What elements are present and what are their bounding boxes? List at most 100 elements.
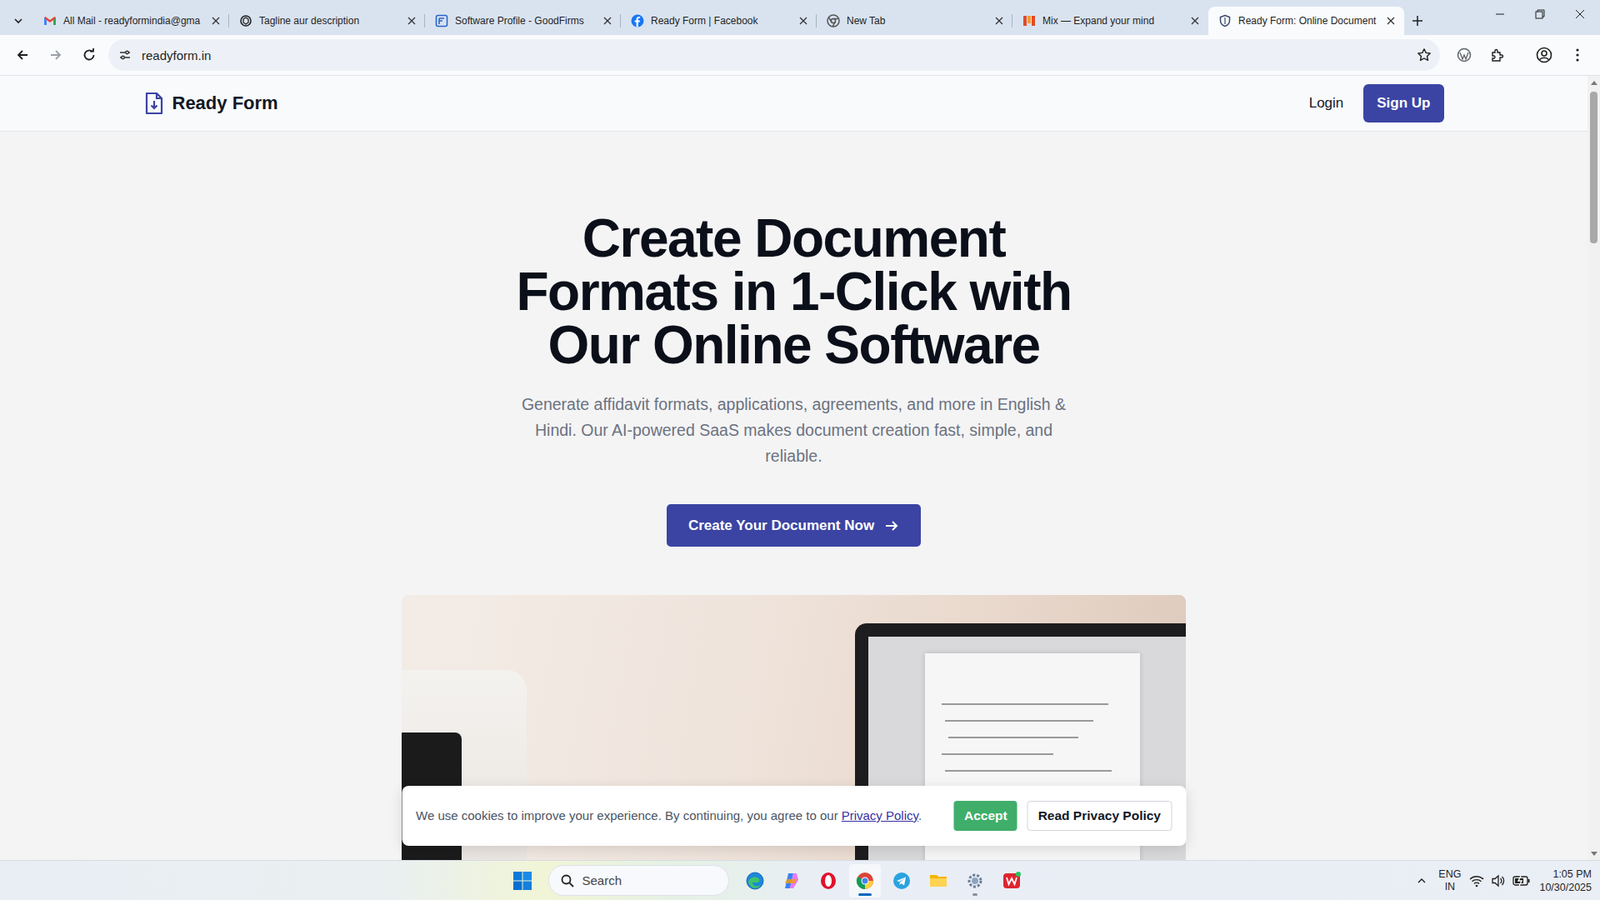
web-page: Ready Form Login Sign Up Create DocumentFor…	[0, 75, 1588, 860]
privacy-policy-link[interactable]: Privacy Policy	[841, 808, 919, 823]
taskbar-app[interactable]	[849, 864, 881, 898]
profile-button[interactable]	[1530, 40, 1559, 70]
taskbar: Search ENGIN 1:05 PM10/30/2025	[0, 860, 1600, 900]
reload-button[interactable]	[75, 40, 104, 70]
settings-icon	[965, 870, 985, 891]
clock[interactable]: 1:05 PM10/30/2025	[1539, 867, 1592, 895]
taskbar-search[interactable]: Search	[548, 865, 730, 896]
browser-tab[interactable]: Tagline aur description	[229, 6, 425, 35]
hero-subtitle-line: reliable.	[521, 443, 1066, 470]
profile-icon	[1535, 46, 1553, 64]
taskbar-apps: Search	[506, 864, 1028, 898]
cookie-text: We use cookies to improve your experienc…	[415, 808, 839, 823]
start-button[interactable]	[506, 864, 539, 898]
facebook-icon	[630, 14, 645, 28]
scrollbar-thumb[interactable]	[1590, 91, 1598, 244]
system-tray: ENGIN 1:05 PM10/30/2025	[1413, 860, 1592, 900]
bookmark-button[interactable]	[1416, 47, 1432, 63]
puzzle-icon	[1490, 47, 1505, 63]
create-document-button[interactable]: Create Your Document Now	[666, 504, 921, 547]
taskbar-app[interactable]	[995, 864, 1028, 898]
scroll-down-icon	[1590, 851, 1598, 857]
wifi-icon	[1469, 874, 1485, 888]
hero-title-line: Formats in 1-Click with	[515, 265, 1071, 319]
volume-icon	[1490, 874, 1506, 888]
taskbar-app[interactable]	[739, 864, 771, 898]
battery-icon	[1512, 874, 1531, 888]
edge-icon	[745, 870, 765, 891]
signup-button[interactable]: Sign Up	[1363, 84, 1444, 123]
chrome-icon	[855, 870, 875, 891]
forward-button[interactable]	[41, 40, 70, 70]
minimize-button[interactable]	[1480, 0, 1520, 29]
address-bar[interactable]: readyform.in	[108, 39, 1440, 71]
input-language[interactable]: ENGIN	[1438, 868, 1461, 894]
wps-icon	[1001, 870, 1022, 891]
taskbar-app[interactable]	[885, 864, 918, 898]
scrollbar-track[interactable]	[1587, 88, 1600, 848]
clock-time: 1:05 PM	[1539, 867, 1592, 881]
extensions-button[interactable]	[1483, 40, 1512, 70]
close-window-button[interactable]	[1560, 0, 1600, 29]
browser-tab[interactable]: New Tab	[816, 6, 1013, 35]
site-header: Ready Form Login Sign Up	[0, 75, 1588, 132]
restore-button[interactable]	[1520, 0, 1560, 29]
brand-name[interactable]: Ready Form	[172, 92, 279, 115]
read-privacy-policy-button[interactable]: Read Privacy Policy	[1027, 800, 1172, 831]
tab-title: All Mail - readyformindia@gma	[63, 15, 203, 27]
browser-toolbar: readyform.in	[0, 35, 1600, 76]
browser-tab[interactable]: Mix — Expand your mind	[1012, 6, 1209, 35]
mix-icon	[1022, 14, 1036, 28]
address-text[interactable]: readyform.in	[141, 48, 1407, 63]
browser-tab[interactable]: Software Profile - GoodFirms	[425, 6, 621, 35]
tab-close-button[interactable]	[796, 14, 810, 28]
cookie-banner: We use cookies to improve your experienc…	[401, 785, 1186, 846]
wordpress-extension-button[interactable]	[1450, 40, 1479, 70]
tab-close-button[interactable]	[1188, 14, 1202, 28]
window-controls	[1480, 0, 1600, 35]
cookie-text-end: .	[918, 808, 922, 823]
menu-button[interactable]	[1563, 40, 1592, 70]
taskbar-app[interactable]	[775, 864, 808, 898]
hero-title-line: Create Document	[515, 211, 1071, 265]
copilot-icon	[781, 870, 802, 891]
tab-close-button[interactable]	[209, 14, 223, 28]
tab-close-button[interactable]	[992, 14, 1006, 28]
tab-title: Tagline aur description	[259, 15, 399, 27]
tab-close-button[interactable]	[600, 14, 615, 28]
running-indicator	[972, 893, 978, 896]
close-icon	[1386, 16, 1395, 25]
browser-tab[interactable]: Ready Form | Facebook	[620, 6, 817, 35]
tab-title: New Tab	[846, 15, 986, 27]
tab-search-button[interactable]	[6, 6, 30, 35]
chatgpt-icon	[239, 14, 253, 28]
site-info-icon	[118, 48, 132, 62]
accept-button[interactable]: Accept	[954, 800, 1018, 831]
taskbar-app[interactable]	[922, 864, 955, 898]
tab-close-button[interactable]	[1384, 14, 1398, 28]
close-icon	[1560, 0, 1600, 29]
login-link[interactable]: Login	[1309, 88, 1345, 119]
kebab-menu-icon	[1575, 48, 1580, 62]
language-code: ENG	[1438, 868, 1461, 881]
back-button[interactable]	[8, 40, 37, 70]
new-tab-button[interactable]	[1404, 6, 1431, 35]
brand-logo[interactable]: Ready Form	[144, 91, 279, 115]
browser-tab[interactable]: All Mail - readyformindia@gma	[33, 6, 230, 35]
taskbar-app[interactable]	[959, 864, 991, 898]
minimize-icon	[1480, 0, 1520, 29]
hidden-icons-button[interactable]	[1413, 872, 1430, 890]
taskbar-app[interactable]	[812, 864, 845, 898]
tab-strip: All Mail - readyformindia@gma Tagline aur…	[0, 0, 1600, 35]
back-arrow-icon	[15, 47, 30, 63]
scrollbar[interactable]	[1587, 75, 1600, 860]
tab-close-button[interactable]	[405, 14, 419, 28]
browser-tab[interactable]: Ready Form: Online Document	[1208, 6, 1405, 35]
shield-icon	[1218, 14, 1232, 28]
hero-subtitle-line: Generate affidavit formats, applications…	[521, 391, 1066, 418]
quick-settings[interactable]	[1469, 874, 1531, 888]
tab-title: Software Profile - GoodFirms	[455, 15, 595, 27]
chevron-up-icon	[1416, 875, 1427, 886]
close-icon	[995, 16, 1004, 25]
scroll-up-icon	[1590, 80, 1598, 85]
